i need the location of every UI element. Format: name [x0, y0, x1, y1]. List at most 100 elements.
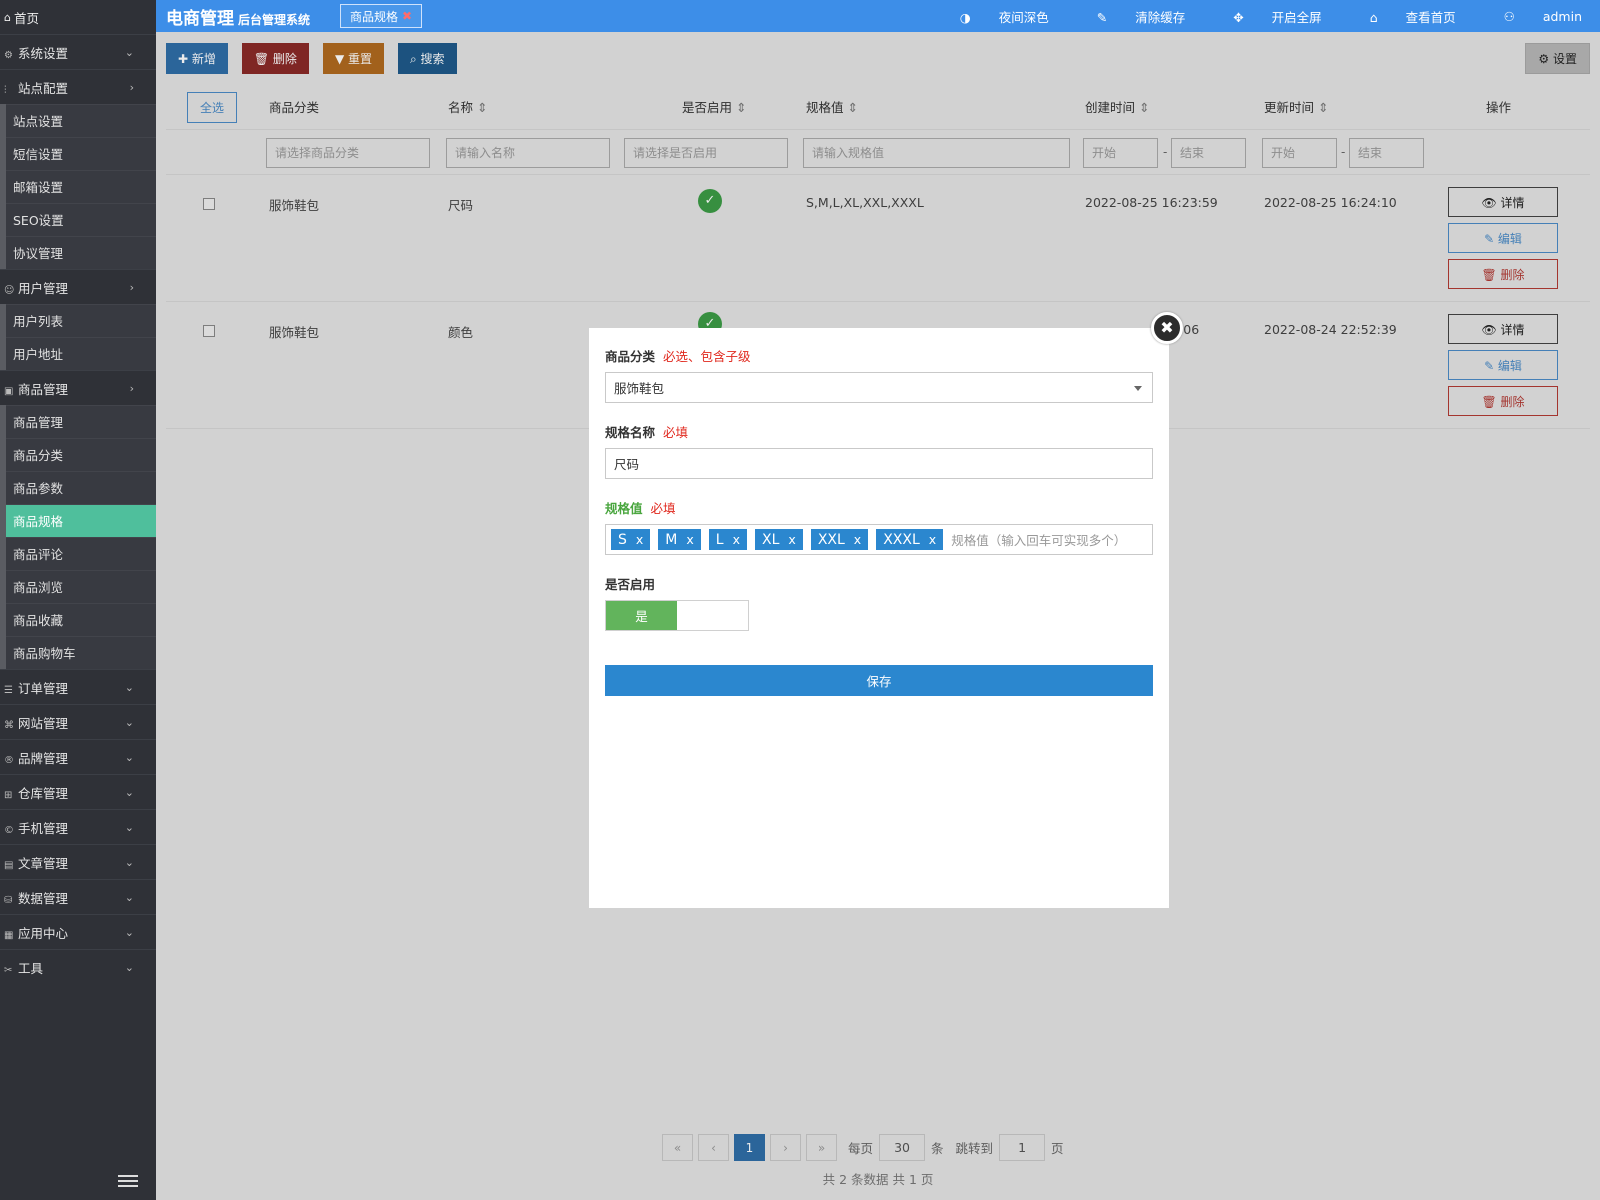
save-button[interactable]: 保存: [605, 665, 1153, 696]
sidebar-group-phone[interactable]: © 手机管理 ⌄: [0, 809, 156, 844]
sidebar-item-agreements[interactable]: 协议管理: [6, 236, 156, 269]
fullscreen-button[interactable]: ✥ 开启全屏: [1209, 7, 1321, 26]
sidebar-group-label: 应用中心: [18, 925, 69, 941]
sidebar-users-list: 用户列表 用户地址: [0, 304, 156, 370]
home-icon: ⌂: [4, 10, 11, 24]
tag-label: XXL: [817, 531, 845, 548]
chevron-down-icon: ⌄: [124, 890, 134, 904]
view-home-button[interactable]: ⌂ 查看首页: [1346, 7, 1456, 26]
contrast-icon: ◑: [959, 9, 971, 25]
user-icon: ⚇: [1503, 8, 1515, 24]
sidebar-item-goods-spec[interactable]: 商品规格: [6, 504, 156, 537]
required-hint: 必填: [650, 501, 676, 516]
users-icon: ☺: [4, 284, 15, 296]
label-text: 商品分类: [605, 349, 656, 364]
tag-remove-icon[interactable]: x: [636, 532, 643, 547]
brush-icon: ✎: [1096, 9, 1108, 25]
sidebar-group-apps[interactable]: ▦ 应用中心 ⌄: [0, 914, 156, 949]
spec-tag: XXXL x: [876, 529, 944, 550]
spec-tag: Mx: [658, 529, 701, 550]
tag-remove-icon[interactable]: x: [686, 532, 693, 547]
sidebar-item-sms-settings[interactable]: 短信设置: [6, 137, 156, 170]
sidebar-collapse-icon[interactable]: [118, 1172, 138, 1188]
user-menu[interactable]: ⚇ admin: [1480, 9, 1582, 24]
sidebar-item-goods-category[interactable]: 商品分类: [6, 438, 156, 471]
username: admin: [1542, 8, 1582, 24]
action-label: 查看首页: [1405, 9, 1456, 25]
night-mode-button[interactable]: ◑ 夜间深色: [936, 7, 1049, 26]
sidebar-item-user-address[interactable]: 用户地址: [6, 337, 156, 370]
sidebar-group-article[interactable]: ▤ 文章管理 ⌄: [0, 844, 156, 879]
sidebar-group-brand[interactable]: ® 品牌管理 ⌄: [0, 739, 156, 774]
sidebar-item-goods-params[interactable]: 商品参数: [6, 471, 156, 504]
sidebar-item-goods-browse[interactable]: 商品浏览: [6, 570, 156, 603]
sidebar-group-label: 文章管理: [18, 855, 69, 871]
tag-remove-icon[interactable]: x: [929, 532, 936, 547]
tab-goods-spec[interactable]: 商品规格 ✖: [340, 4, 423, 28]
sidebar-item-mail-settings[interactable]: 邮箱设置: [6, 170, 156, 203]
close-icon[interactable]: ✖: [1151, 312, 1183, 344]
chevron-right-icon: ›: [129, 280, 134, 294]
list-icon: ☰: [4, 684, 13, 696]
spec-values-tag-input[interactable]: Sx Mx Lx XL x XXL x XXXL x 规格值（输入回车可实现多个）: [605, 524, 1153, 555]
enabled-toggle[interactable]: 是: [605, 600, 749, 631]
sidebar-item-seo-settings[interactable]: SEO设置: [6, 203, 156, 236]
tab-close-icon[interactable]: ✖: [402, 9, 412, 23]
sidebar-group-site[interactable]: ⫶ 站点配置 ›: [0, 69, 156, 104]
fullscreen-icon: ✥: [1233, 9, 1244, 25]
tag-label: XXXL: [883, 531, 920, 548]
sidebar-group-system[interactable]: ⚙ 系统设置 ⌄: [0, 34, 156, 69]
sidebar-group-label: 品牌管理: [18, 750, 69, 766]
sidebar-item-goods-favorites[interactable]: 商品收藏: [6, 603, 156, 636]
sidebar-group-label: 工具: [18, 960, 44, 976]
tag-label: XL: [762, 531, 780, 548]
category-field-label: 商品分类 必选、包含子级: [605, 346, 1153, 365]
sidebar-group-goods[interactable]: ▣ 商品管理 ›: [0, 370, 156, 405]
tag-remove-icon[interactable]: x: [788, 532, 795, 547]
action-label: 清除缓存: [1135, 9, 1186, 25]
clear-cache-button[interactable]: ✎ 清除缓存: [1073, 7, 1185, 26]
sitemap-icon: ⊞: [4, 789, 13, 801]
sidebar-item-user-list[interactable]: 用户列表: [6, 304, 156, 337]
sidebar-group-label: 用户管理: [18, 280, 69, 296]
sidebar-group-label: 商品管理: [18, 381, 69, 397]
chevron-down-icon: ⌄: [124, 925, 134, 939]
sidebar-group-users[interactable]: ☺ 用户管理 ›: [0, 269, 156, 304]
sidebar-group-data[interactable]: ⛁ 数据管理 ⌄: [0, 879, 156, 914]
required-hint: 必选、包含子级: [663, 349, 751, 364]
tag-remove-icon[interactable]: x: [733, 532, 740, 547]
chevron-down-icon: ⌄: [124, 680, 134, 694]
category-select-value: 服饰鞋包: [614, 381, 665, 396]
sidebar-group-warehouse[interactable]: ⊞ 仓库管理 ⌄: [0, 774, 156, 809]
document-icon: ▤: [4, 859, 14, 871]
tag-label: S: [618, 531, 627, 548]
gear-icon: ⚙: [4, 49, 13, 61]
action-label: 开启全屏: [1271, 9, 1322, 25]
tag-remove-icon[interactable]: x: [854, 532, 861, 547]
tag-label: L: [715, 531, 724, 548]
chevron-down-icon: ⌄: [124, 855, 134, 869]
sidebar-item-goods-comments[interactable]: 商品评论: [6, 537, 156, 570]
spec-name-field-label: 规格名称 必填: [605, 422, 1153, 441]
box-icon: ▣: [4, 385, 14, 397]
sidebar-item-site-settings[interactable]: 站点设置: [6, 104, 156, 137]
chevron-right-icon: ›: [129, 381, 134, 395]
sidebar-group-website[interactable]: ⌘ 网站管理 ⌄: [0, 704, 156, 739]
sidebar-home[interactable]: ⌂ 首页: [0, 0, 156, 34]
sidebar-group-label: 仓库管理: [18, 785, 69, 801]
sidebar-item-goods-manage[interactable]: 商品管理: [6, 405, 156, 438]
spec-name-input[interactable]: 尺码: [605, 448, 1153, 479]
brand-subtitle: 后台管理系统: [238, 12, 311, 27]
enabled-field-label: 是否启用: [605, 577, 656, 592]
top-header: 电商管理 后台管理系统 商品规格 ✖ ◑ 夜间深色 ✎ 清除缓存 ✥ 开启全屏 ⌂…: [156, 0, 1600, 32]
spec-values-field-label: 规格值 必填: [605, 498, 1153, 517]
sidebar-group-label: 系统设置: [18, 45, 69, 61]
brand-name: 电商管理: [166, 8, 234, 29]
enabled-toggle-on: 是: [606, 601, 677, 630]
sidebar-item-goods-cart[interactable]: 商品购物车: [6, 636, 156, 669]
category-select[interactable]: 服饰鞋包: [605, 372, 1153, 403]
sidebar-group-orders[interactable]: ☰ 订单管理 ⌄: [0, 669, 156, 704]
sidebar-group-tools[interactable]: ✂ 工具 ⌄: [0, 949, 156, 984]
tag-label: M: [665, 531, 678, 548]
sidebar: ⌂ 首页 ⚙ 系统设置 ⌄ ⫶ 站点配置 › 站点设置 短信设置 邮箱设置 SEO设…: [0, 0, 156, 1200]
